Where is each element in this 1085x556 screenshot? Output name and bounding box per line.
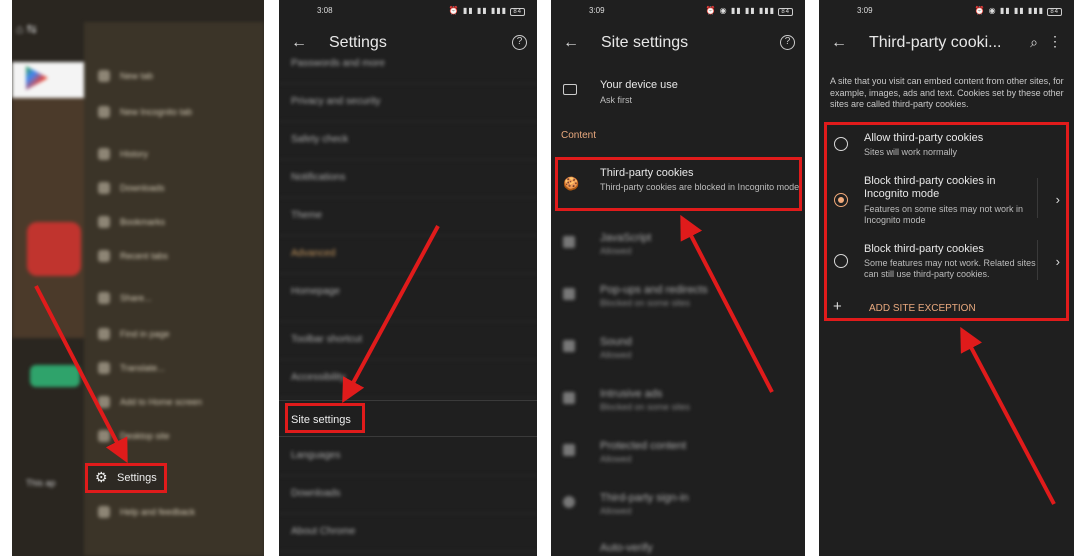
battery-icon: 84 — [778, 8, 793, 16]
highlight-box — [85, 463, 167, 493]
app-bar: ← Site settings ? — [551, 26, 805, 62]
translate-icon — [98, 362, 110, 374]
site-settings-screen: 3:09 ⏰ ◉ ▮▮ ▮▮ ▮▮▮ 84 ← Site settings ? … — [551, 0, 805, 556]
green-button — [30, 365, 80, 387]
back-arrow-icon[interactable]: ← — [563, 34, 579, 52]
menu-item[interactable]: Add to Home screen — [84, 388, 264, 418]
settings-row[interactable]: About Chrome — [279, 514, 537, 552]
menu-item[interactable]: Desktop site — [84, 422, 264, 452]
sign-in-icon — [563, 496, 575, 508]
settings-row[interactable]: Toolbar shortcut — [279, 322, 537, 360]
settings-row[interactable]: Sound Allowed — [551, 328, 805, 376]
search-icon[interactable]: ⌕ — [1030, 34, 1038, 51]
app-bar: ← Third-party cooki... ⌕ ⋮ — [819, 26, 1074, 62]
menu-item[interactable]: Downloads — [84, 174, 264, 204]
highlight-box — [555, 157, 802, 211]
plus-icon — [98, 70, 110, 82]
settings-row[interactable]: Notifications — [279, 160, 537, 198]
settings-row[interactable]: Protected content Allowed — [551, 432, 805, 480]
status-bar: 3:08 ⏰ ▮▮ ▮▮ ▮▮▮ 84 — [279, 5, 537, 19]
status-time: 3:08 — [317, 6, 333, 15]
status-bar: 3:09 ⏰ ◉ ▮▮ ▮▮ ▮▮▮ 84 — [551, 5, 805, 19]
settings-row[interactable]: JavaScript Allowed — [551, 224, 805, 272]
help-icon[interactable]: ? — [780, 35, 795, 50]
status-icons: ⏰ ▮▮ ▮▮ ▮▮▮ 84 — [449, 6, 525, 16]
device-use-subtitle: Ask first — [600, 95, 633, 105]
settings-row[interactable]: Theme — [279, 198, 537, 236]
highlight-box — [285, 403, 365, 433]
battery-icon: 84 — [1047, 8, 1062, 16]
settings-row[interactable]: Languages — [279, 438, 537, 476]
menu-item[interactable]: Translate... — [84, 354, 264, 384]
toolbar: ⌂ ⇆ — [16, 22, 37, 36]
status-icons: ⏰ ◉ ▮▮ ▮▮ ▮▮▮ 84 — [974, 6, 1062, 16]
third-party-cookies-screen: 3:09 ⏰ ◉ ▮▮ ▮▮ ▮▮▮ 84 ← Third-party cook… — [819, 0, 1074, 556]
description-text: A site that you visit can embed content … — [830, 76, 1064, 109]
menu-item[interactable]: New Incognito tab — [84, 98, 264, 128]
star-icon — [98, 216, 110, 228]
help-icon — [98, 506, 110, 518]
menu-item[interactable]: Recent tabs — [84, 242, 264, 272]
settings-row[interactable]: Pop-ups and redirects Blocked on some sit… — [551, 276, 805, 324]
settings-row[interactable]: Downloads — [279, 476, 537, 514]
protected-content-icon — [563, 444, 575, 456]
section-header: Advanced — [279, 236, 537, 274]
popup-icon — [563, 288, 575, 300]
desktop-icon — [98, 430, 110, 442]
page-title: Third-party cooki... — [869, 34, 1002, 51]
history-icon — [98, 148, 110, 160]
menu-item[interactable]: New tab — [84, 62, 264, 92]
javascript-icon — [563, 236, 575, 248]
back-arrow-icon[interactable]: ← — [831, 34, 847, 52]
settings-row[interactable]: Homepage — [279, 274, 537, 322]
highlight-box — [824, 122, 1069, 321]
home-screen-icon — [98, 396, 110, 408]
section-header: Content — [561, 130, 597, 141]
settings-row[interactable]: Intrusive ads Blocked on some sites — [551, 380, 805, 428]
status-time: 3:09 — [589, 6, 605, 15]
tabs-icon — [98, 250, 110, 262]
chrome-menu-screen: ⌂ ⇆ New tab New Incognito tab History Do… — [12, 0, 264, 556]
devices-icon — [563, 84, 577, 95]
page-area — [12, 98, 84, 338]
menu-item[interactable]: History — [84, 140, 264, 170]
settings-row[interactable]: Safety check — [279, 122, 537, 160]
status-bar: 3:09 ⏰ ◉ ▮▮ ▮▮ ▮▮▮ 84 — [819, 5, 1074, 19]
menu-item[interactable]: Find in page — [84, 320, 264, 350]
settings-row[interactable]: Passwords and more — [279, 46, 537, 84]
sound-icon — [563, 340, 575, 352]
settings-row[interactable]: Auto-verify — [551, 536, 805, 556]
settings-screen: 3:08 ⏰ ▮▮ ▮▮ ▮▮▮ 84 ← Settings ? Passwor… — [279, 0, 537, 556]
bottom-text: This ap — [26, 478, 56, 488]
battery-icon: 84 — [510, 8, 525, 16]
ads-icon — [563, 392, 575, 404]
page-title: Site settings — [601, 34, 689, 51]
incognito-icon — [98, 106, 110, 118]
status-icons: ⏰ ◉ ▮▮ ▮▮ ▮▮▮ 84 — [705, 6, 793, 16]
device-use-title: Your device use — [600, 79, 678, 91]
status-time: 3:09 — [857, 6, 873, 15]
more-vert-icon[interactable]: ⋮ — [1048, 33, 1062, 50]
download-icon — [98, 182, 110, 194]
menu-item[interactable]: Share... — [84, 284, 264, 314]
settings-row[interactable]: Accessibility — [279, 360, 537, 398]
find-icon — [98, 328, 110, 340]
google-bar — [12, 62, 84, 98]
menu-item[interactable]: Bookmarks — [84, 208, 264, 238]
share-icon — [98, 292, 110, 304]
menu-item[interactable]: Help and feedback — [84, 498, 264, 528]
settings-row[interactable]: Privacy and security — [279, 84, 537, 122]
app-icon — [27, 222, 81, 276]
settings-row[interactable]: Third-party sign-in Allowed — [551, 484, 805, 532]
